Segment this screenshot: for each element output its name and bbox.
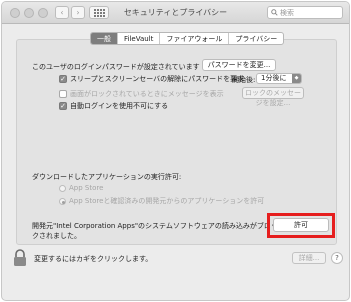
set-lock-message-button[interactable]: ロックのメッセージを設定... [242, 87, 304, 107]
tab-privacy[interactable]: プライバシー [229, 33, 283, 44]
login-password-text: このユーザのログインパスワードが設定されています [32, 63, 200, 71]
disable-auto-login-checkbox[interactable]: ✓ [59, 102, 67, 110]
lock-icon[interactable] [12, 249, 28, 267]
tab-bar: 一般 FileVault ファイアウォール プライバシー [90, 32, 285, 45]
blocked-message-line-1: 開発元"Intel Corporation Apps"のシステムソフトウェアの読… [32, 222, 278, 230]
show-message-label: 画面がロックされているときにメッセージを表示 [70, 90, 224, 98]
app-store-label: App Store [69, 184, 104, 192]
require-password-row: ✓ スリープとスクリーンセーバの解除にパスワードを要求 [59, 74, 244, 84]
tab-firewall[interactable]: ファイアウォール [160, 33, 230, 44]
show-message-checkbox[interactable] [59, 90, 67, 98]
app-store-radio[interactable] [59, 184, 66, 192]
title-bar: ‹ › セキュリティとプライバシー 検索 [2, 2, 349, 24]
tab-general[interactable]: 一般 [91, 33, 118, 44]
app-store-identified-radio[interactable] [59, 197, 66, 205]
search-field[interactable]: 検索 [267, 6, 343, 19]
advanced-button[interactable]: 詳細... [292, 252, 326, 264]
lock-instruction-text: 変更するにはカギをクリックします。 [34, 255, 153, 263]
app-store-identified-label: App Storeと確認済みの開発元からのアプリケーションを許可 [69, 197, 265, 205]
blocked-message-line-2: クされました。 [32, 232, 81, 240]
search-icon [271, 9, 278, 16]
disable-auto-login-row: ✓ 自動ログインを使用不可にする [59, 101, 168, 111]
search-placeholder: 検索 [280, 8, 294, 17]
tab-filevault[interactable]: FileVault [118, 33, 161, 44]
preferences-window: ‹ › セキュリティとプライバシー 検索 一般 FileVault ファイアウォ… [1, 1, 350, 301]
disable-auto-login-label: 自動ログインを使用不可にする [70, 102, 169, 110]
start-label: 開始後: [232, 76, 256, 84]
show-message-row: 画面がロックされているときにメッセージを表示 [59, 89, 224, 99]
require-password-checkbox[interactable]: ✓ [59, 75, 67, 83]
help-button[interactable]: ? [331, 252, 343, 264]
app-store-identified-option-row: App Storeと確認済みの開発元からのアプリケーションを許可 [59, 196, 264, 206]
app-store-option-row: App Store [59, 184, 103, 192]
allow-button[interactable]: 許可 [273, 218, 329, 232]
allow-apps-heading: ダウンロードしたアプリケーションの実行許可: [32, 173, 182, 181]
start-delay-select[interactable]: 1分後に ◆ [256, 73, 302, 84]
start-delay-value: 1分後に [261, 74, 287, 82]
chevron-updown-icon: ◆ [292, 74, 301, 83]
require-password-label: スリープとスクリーンセーバの解除にパスワードを要求 [70, 75, 245, 83]
change-password-button[interactable]: パスワードを変更... [202, 59, 276, 71]
